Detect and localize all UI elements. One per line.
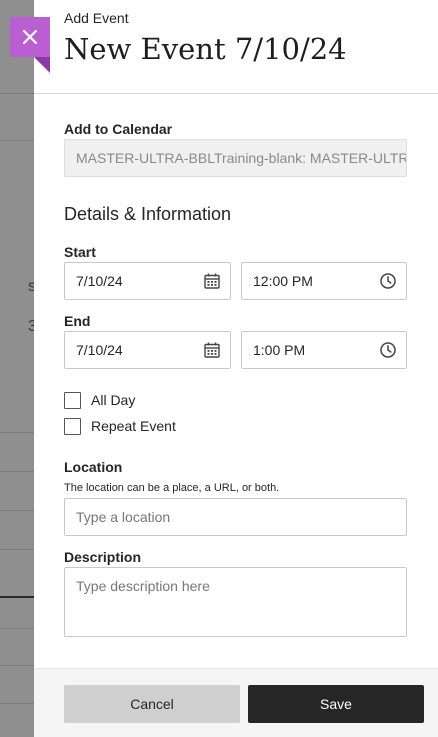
start-date-field[interactable]: 7/10/24 (64, 262, 231, 300)
calendar-select: MASTER-ULTRA-BBLTraining-blank: MASTER-U… (64, 139, 407, 177)
location-label: Location (64, 459, 123, 475)
location-placeholder: Type a location (76, 509, 171, 525)
start-time-value: 12:00 PM (253, 273, 313, 289)
background-divider (0, 471, 34, 472)
end-time-value: 1:00 PM (253, 342, 306, 358)
all-day-checkbox[interactable] (64, 391, 81, 409)
description-placeholder: Type description here (76, 578, 210, 594)
close-button[interactable] (10, 17, 50, 57)
background-divider (0, 549, 34, 550)
panel-header: Add Event New Event 7/10/24 (34, 0, 438, 94)
all-day-option[interactable]: All Day (64, 390, 135, 410)
all-day-label: All Day (91, 392, 136, 408)
panel-eyebrow: Add Event (64, 10, 129, 26)
start-date-value: 7/10/24 (76, 273, 123, 289)
location-hint: The location can be a place, a URL, or b… (64, 482, 280, 494)
end-time-field[interactable]: 1:00 PM (241, 331, 407, 369)
description-textarea[interactable]: Type description here (64, 567, 407, 637)
start-label: Start (64, 244, 96, 260)
close-button-fold (34, 57, 50, 73)
calendar-label: Add to Calendar (64, 121, 173, 137)
panel-footer: Cancel Save (34, 668, 438, 737)
background-divider (0, 665, 34, 666)
calendar-icon[interactable] (203, 272, 221, 290)
background-divider (0, 140, 34, 141)
close-icon (22, 29, 38, 45)
end-date-field[interactable]: 7/10/24 (64, 331, 231, 369)
page-title: New Event 7/10/24 (64, 32, 347, 66)
repeat-event-label: Repeat Event (91, 418, 176, 434)
clock-icon[interactable] (379, 341, 397, 359)
background-divider (0, 703, 34, 704)
description-label: Description (64, 549, 142, 565)
background-page: s 3 (0, 0, 34, 737)
end-date-value: 7/10/24 (76, 342, 123, 358)
end-label: End (64, 313, 91, 329)
clock-icon[interactable] (379, 272, 397, 290)
cancel-button[interactable]: Cancel (64, 685, 240, 723)
details-heading: Details & Information (64, 204, 232, 224)
calendar-value: MASTER-ULTRA-BBLTraining-blank: MASTER-U… (76, 150, 407, 166)
calendar-icon[interactable] (203, 341, 221, 359)
background-divider (0, 628, 34, 629)
background-divider (0, 432, 34, 433)
repeat-event-checkbox[interactable] (64, 417, 81, 435)
background-divider (0, 93, 34, 94)
background-divider (0, 510, 34, 511)
repeat-event-option[interactable]: Repeat Event (64, 416, 176, 436)
add-event-panel: Add Event New Event 7/10/24 Add to Calen… (34, 0, 438, 737)
start-time-field[interactable]: 12:00 PM (241, 262, 407, 300)
save-button[interactable]: Save (248, 685, 424, 723)
location-input[interactable]: Type a location (64, 498, 407, 536)
background-divider (0, 596, 34, 598)
